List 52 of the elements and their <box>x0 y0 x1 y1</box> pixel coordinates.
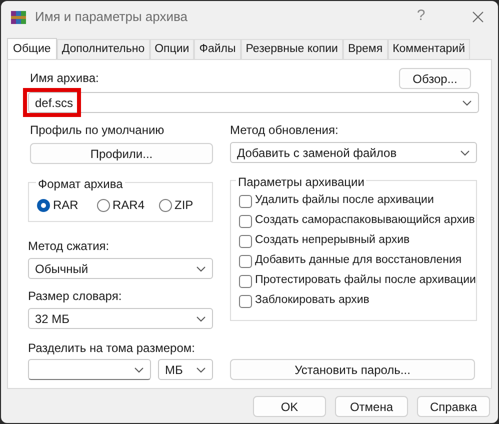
dialog-button[interactable]: Отмена <box>335 396 408 417</box>
update-method-dropdown[interactable]: Добавить с заменой файлов <box>230 142 477 163</box>
tab[interactable]: Файлы <box>194 39 241 59</box>
checkbox[interactable] <box>239 194 252 208</box>
field-label: Размер словаря: <box>28 288 123 305</box>
browse-button[interactable]: Обзор... <box>399 68 471 89</box>
archive-name-field[interactable]: def.scs <box>28 92 479 113</box>
field-label: Имя архива: <box>30 70 99 87</box>
checkbox-label: Заблокировать архив <box>255 293 370 308</box>
chevron-down-icon <box>462 100 472 106</box>
dictionary-dropdown[interactable]: 32 МБ <box>28 308 213 329</box>
dialog-button[interactable]: Справка <box>417 396 490 417</box>
checkbox[interactable] <box>239 274 252 288</box>
radio-label: RAR4 <box>112 197 145 214</box>
tab[interactable]: Общие <box>7 38 57 60</box>
radio-label: ZIP <box>174 197 194 214</box>
unit-dropdown[interactable]: МБ <box>158 359 213 380</box>
checkbox-label: Создать непрерывный архив <box>255 233 410 248</box>
checkbox[interactable] <box>239 234 252 248</box>
field-label: Разделить на тома размером: <box>28 340 196 357</box>
chevron-down-icon <box>196 266 206 272</box>
set-password-button[interactable]: Установить пароль... <box>230 359 475 380</box>
chevron-down-icon <box>196 366 206 372</box>
profiles-button[interactable]: Профили... <box>30 143 213 164</box>
field-label: Метод обновления: <box>230 122 340 139</box>
tab[interactable]: Дополнительно <box>56 39 150 59</box>
radio-button[interactable] <box>96 198 110 212</box>
tab[interactable]: Комментарий <box>388 39 470 59</box>
field-label: Профиль по умолчанию <box>30 122 166 139</box>
tab[interactable]: Опции <box>150 39 194 59</box>
field-label: Метод сжатия: <box>28 238 110 255</box>
tab[interactable]: Время <box>342 39 388 59</box>
books-icon <box>11 8 27 24</box>
chevron-down-icon <box>196 316 206 322</box>
checkbox[interactable] <box>239 254 252 268</box>
checkbox-label: Протестировать файлы после архивации <box>255 273 476 288</box>
compression-dropdown[interactable]: Обычный <box>28 258 213 279</box>
checkbox-label: Создать самораспаковывающийся архив <box>255 213 475 228</box>
chevron-down-icon <box>460 150 470 156</box>
radio-button[interactable] <box>37 198 50 212</box>
radio-label: RAR <box>53 197 78 214</box>
chevron-down-icon <box>134 366 144 372</box>
checkbox[interactable] <box>239 294 252 308</box>
radio-button[interactable] <box>158 198 172 212</box>
checkbox[interactable] <box>239 214 252 228</box>
window-title: Имя и параметры архива <box>35 8 188 26</box>
dialog-button[interactable]: OK <box>253 396 326 417</box>
checkbox-label: Добавить данные для восстановления <box>255 253 462 268</box>
tab[interactable]: Резервные копии <box>240 39 343 59</box>
checkbox-label: Удалить файлы после архивации <box>255 193 434 208</box>
close-icon[interactable] <box>472 10 484 22</box>
split-size-field[interactable] <box>28 359 151 380</box>
